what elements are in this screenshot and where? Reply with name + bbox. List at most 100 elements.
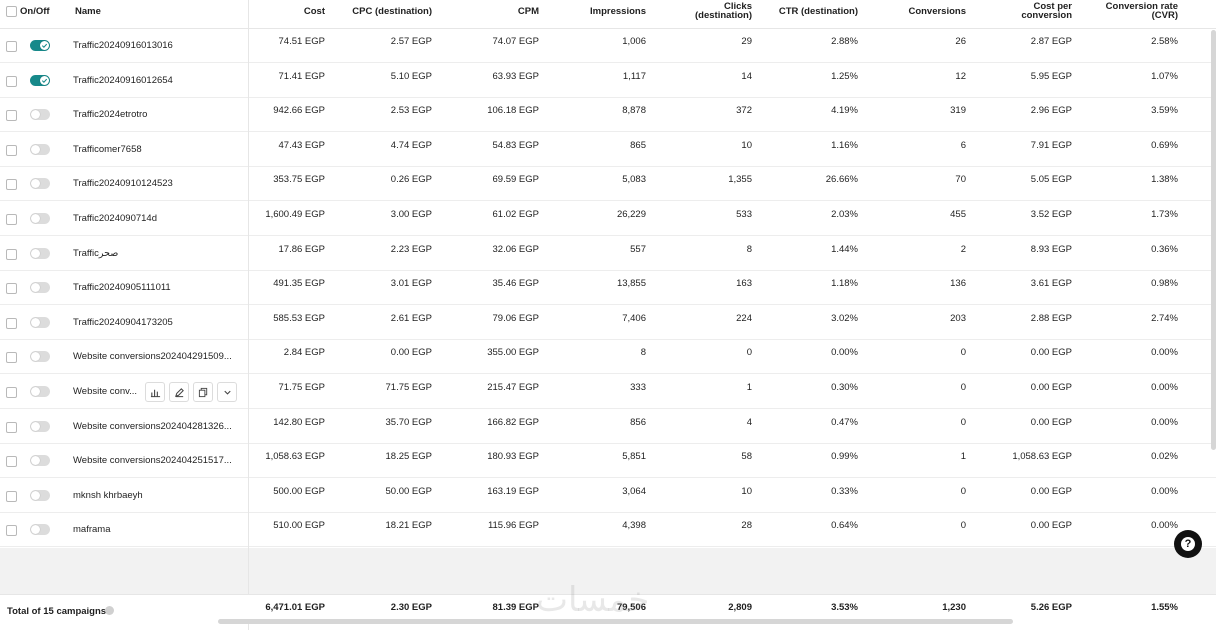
cell-ctr: 1.18% (831, 278, 858, 290)
row-checkbox[interactable] (6, 179, 17, 191)
campaign-toggle[interactable] (30, 282, 50, 294)
header-conversion-rate[interactable]: Conversion rate (CVR) (1090, 2, 1178, 21)
select-all-checkbox[interactable] (6, 6, 17, 17)
cell-cpc: 2.53 EGP (390, 105, 432, 117)
horizontal-scrollbar[interactable] (218, 619, 1013, 624)
campaign-name[interactable]: mknsh khrbaeyh (73, 490, 243, 501)
campaign-toggle[interactable] (30, 247, 50, 259)
row-checkbox[interactable] (6, 110, 17, 122)
campaign-toggle[interactable] (30, 524, 50, 536)
campaign-name[interactable]: Website conv... (73, 386, 143, 397)
table-row[interactable]: Traffic20240905111011 491.35 EGP 3.01 EGP 3… (0, 271, 1216, 306)
campaign-toggle[interactable] (30, 420, 50, 432)
row-checkbox[interactable] (6, 75, 17, 87)
total-conversion-rate: 1.55% (1151, 602, 1178, 613)
cell-cpc: 0.00 EGP (390, 347, 432, 359)
campaign-name[interactable]: Website conversions202404281326... (73, 421, 243, 432)
cell-cpm: 115.96 EGP (487, 520, 539, 532)
table-row[interactable]: Trafficصحر 17.86 EGP 2.23 EGP 32.06 EGP 557 8… (0, 236, 1216, 271)
row-checkbox[interactable] (6, 248, 17, 260)
row-checkbox[interactable] (6, 317, 17, 329)
vertical-scrollbar[interactable] (1211, 30, 1216, 450)
header-onoff[interactable]: On/Off (20, 7, 50, 17)
campaign-toggle[interactable] (30, 213, 50, 224)
table-row[interactable]: Website conversions202404251517... 1,058.… (0, 444, 1216, 479)
cell-cpc: 2.61 EGP (390, 312, 432, 324)
cell-conversion-rate: 0.00% (1151, 485, 1178, 497)
cell-ctr: 0.99% (831, 451, 858, 463)
row-checkbox[interactable] (6, 214, 17, 225)
table-row[interactable]: Traffic20240904173205 585.53 EGP 2.61 EGP 7… (0, 305, 1216, 340)
campaign-toggle[interactable] (30, 316, 50, 328)
campaign-name[interactable]: Traffic20240916013016 (73, 40, 243, 51)
table-row[interactable]: Traffic2024etrotro 942.66 EGP 2.53 EGP 106.… (0, 98, 1216, 133)
campaign-toggle[interactable] (30, 109, 50, 121)
table-row[interactable]: mknsh khrbaeyh 500.00 EGP 50.00 EGP 163.19 … (0, 478, 1216, 513)
row-checkbox[interactable] (6, 525, 17, 537)
table-row[interactable]: Traffic2024090714d 1,600.49 EGP 3.00 EGP 61… (0, 202, 1216, 236)
campaign-name[interactable]: Website conversions202404291509... (73, 351, 243, 362)
table-row[interactable]: Trafficomer7658 47.43 EGP 4.74 EGP 54.83 EG… (0, 132, 1216, 167)
chevron-down-button[interactable] (217, 382, 237, 402)
row-checkbox[interactable] (6, 283, 17, 295)
row-checkbox[interactable] (6, 490, 17, 502)
campaign-name[interactable]: Website conversions202404251517... (73, 455, 243, 466)
header-conversions[interactable]: Conversions (880, 7, 966, 17)
edit-button[interactable] (169, 382, 189, 402)
campaign-toggle[interactable] (30, 351, 50, 363)
row-checkbox[interactable] (6, 352, 17, 364)
cell-cost-per-conversion: 3.61 EGP (1030, 278, 1072, 290)
header-ctr[interactable]: CTR (destination) (770, 7, 858, 17)
table-row[interactable]: Traffic20240916012654 71.41 EGP 5.10 EGP 63… (0, 63, 1216, 98)
table-row[interactable]: Traffic20240916013016 74.51 EGP 2.57 EGP 74… (0, 29, 1216, 63)
campaign-name[interactable]: Traffic20240904173205 (73, 317, 243, 328)
campaign-name[interactable]: Traffic2024090714d (73, 213, 243, 224)
info-icon[interactable] (105, 606, 114, 615)
campaign-name[interactable]: maframa (73, 524, 243, 535)
campaign-toggle[interactable] (30, 178, 50, 190)
cell-impressions: 333 (630, 382, 646, 393)
table-row[interactable]: Website conv... 71.75 EGP 71.75 EGP 215.47 … (0, 375, 1216, 409)
toggle-knob (31, 387, 40, 396)
row-checkbox[interactable] (6, 144, 17, 156)
row-checkbox[interactable] (6, 387, 17, 398)
cell-ctr: 0.47% (831, 416, 858, 428)
duplicate-button[interactable] (193, 382, 213, 402)
header-impressions[interactable]: Impressions (565, 7, 646, 17)
header-cost-per-conversion[interactable]: Cost per conversion (990, 2, 1072, 21)
header-clicks[interactable]: Clicks (destination) (670, 2, 752, 21)
table-row[interactable]: Website conversions202404281326... 142.80… (0, 409, 1216, 444)
cell-conversion-rate: 0.00% (1151, 416, 1178, 428)
table-row[interactable]: maframa 510.00 EGP 18.21 EGP 115.96 EGP 4,39… (0, 513, 1216, 548)
cell-clicks: 28 (741, 520, 752, 532)
campaign-toggle[interactable] (30, 143, 50, 155)
row-checkbox[interactable] (6, 421, 17, 433)
row-checkbox[interactable] (6, 456, 17, 468)
campaign-toggle[interactable] (30, 386, 50, 397)
header-cost[interactable]: Cost (245, 7, 325, 17)
chart-button[interactable] (145, 382, 165, 402)
campaign-toggle[interactable] (30, 489, 50, 501)
cell-cpc: 0.26 EGP (390, 174, 432, 186)
campaign-name[interactable]: Trafficomer7658 (73, 144, 243, 155)
campaign-name[interactable]: Trafficصحر (73, 248, 243, 259)
cell-ctr: 2.03% (831, 209, 858, 220)
header-name[interactable]: Name (75, 7, 101, 17)
header-cpm[interactable]: CPM (460, 7, 539, 17)
campaign-toggle[interactable] (30, 40, 50, 51)
cell-conversion-rate: 1.38% (1151, 174, 1178, 186)
toggle-knob (31, 317, 40, 327)
table-row[interactable]: Website conversions202404291509... 2.84 E… (0, 340, 1216, 375)
campaign-name[interactable]: Traffic2024etrotro (73, 109, 243, 120)
campaign-toggle[interactable] (30, 455, 50, 467)
header-cpc[interactable]: CPC (destination) (330, 7, 432, 17)
campaign-name[interactable]: Traffic20240916012654 (73, 75, 243, 86)
row-checkbox[interactable] (6, 41, 17, 52)
help-button[interactable]: ? (1174, 530, 1202, 558)
table-row[interactable]: Traffic20240910124523 353.75 EGP 0.26 EGP 6… (0, 167, 1216, 202)
cell-clicks: 10 (741, 485, 752, 497)
campaign-toggle[interactable] (30, 74, 50, 86)
cell-impressions: 7,406 (622, 312, 646, 324)
campaign-name[interactable]: Traffic20240910124523 (73, 178, 243, 189)
campaign-name[interactable]: Traffic20240905111011 (73, 282, 243, 293)
